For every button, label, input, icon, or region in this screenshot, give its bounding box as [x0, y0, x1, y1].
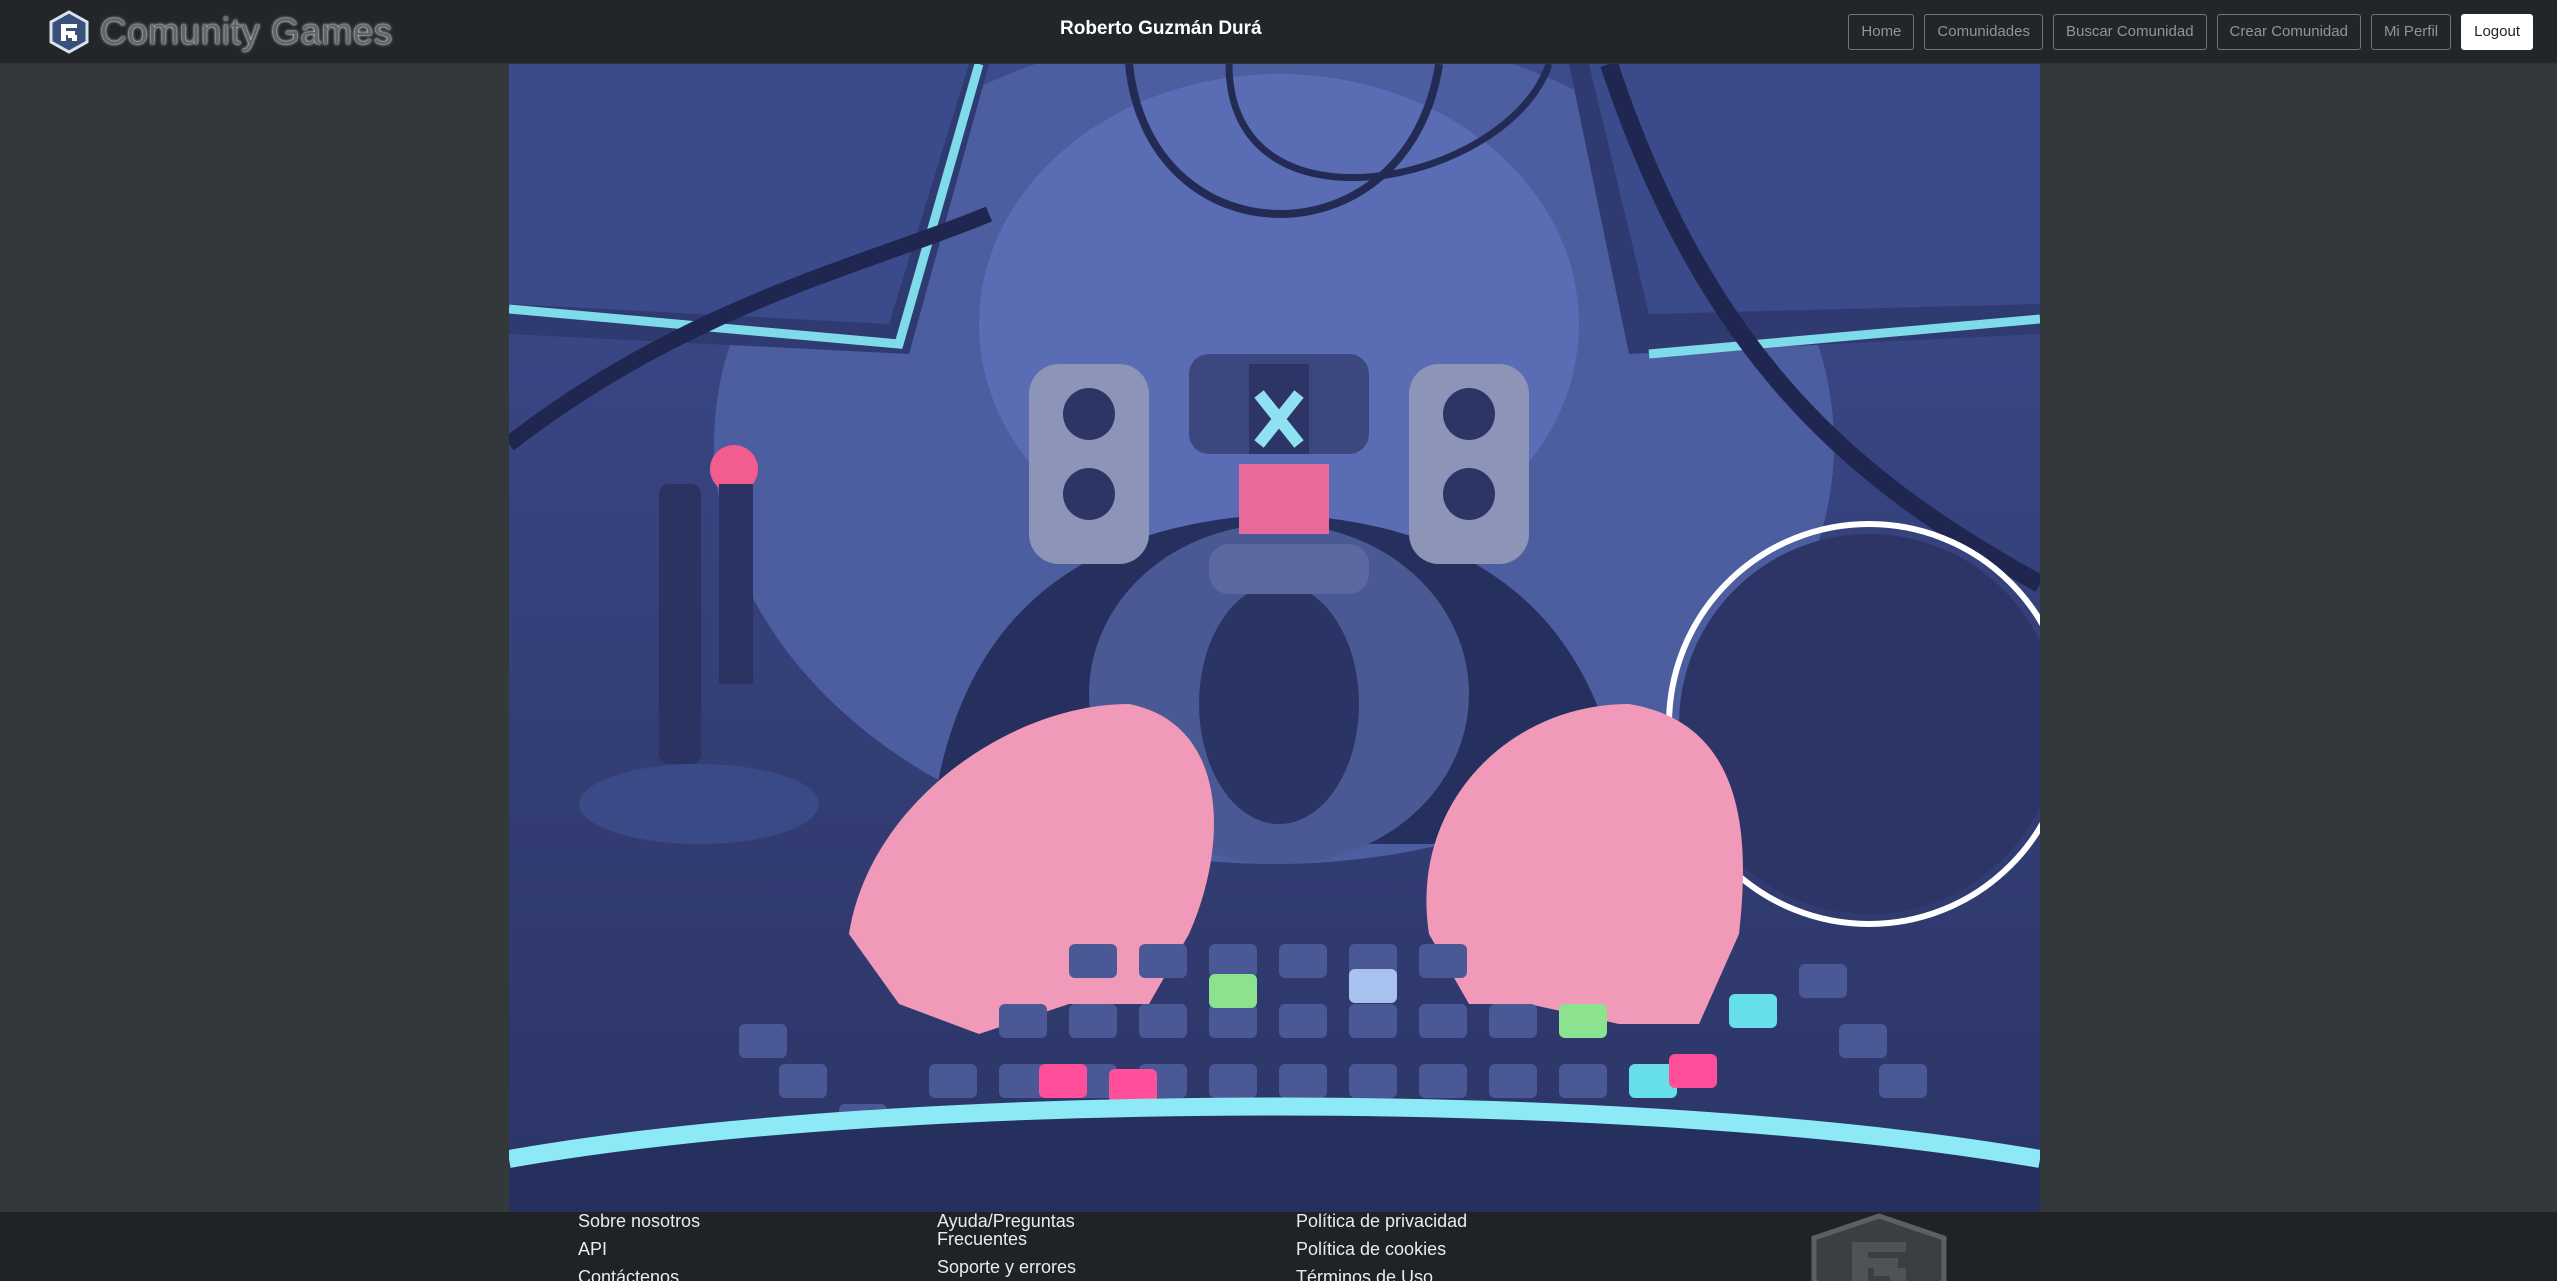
footer-link-cookies[interactable]: Política de cookies	[1296, 1240, 1467, 1258]
footer-link-api[interactable]: API	[578, 1240, 700, 1258]
home-button[interactable]: Home	[1848, 14, 1915, 50]
navbar: Comunity Games Roberto Guzmán Durá Home …	[0, 0, 2557, 64]
footer: Sobre nosotros API Contáctenos Ayuda/Pre…	[0, 1212, 2557, 1281]
mi-perfil-button[interactable]: Mi Perfil	[2370, 14, 2452, 50]
footer-column-legal: Política de privacidad Política de cooki…	[1296, 1212, 1467, 1281]
footer-link-contactenos[interactable]: Contáctenos	[578, 1268, 700, 1281]
vr-gamer-illustration-icon	[509, 64, 2040, 1212]
hero-image	[509, 64, 2040, 1212]
crear-comunidad-button[interactable]: Crear Comunidad	[2216, 14, 2361, 50]
comunidades-button[interactable]: Comunidades	[1924, 14, 2043, 50]
footer-link-terminos[interactable]: Términos de Uso	[1296, 1268, 1467, 1281]
brand-logo-icon	[49, 10, 89, 54]
footer-column-about: Sobre nosotros API Contáctenos	[578, 1212, 700, 1281]
footer-link-ayuda[interactable]: Ayuda/Preguntas Frecuentes	[937, 1212, 1137, 1248]
logout-button[interactable]: Logout	[2461, 14, 2533, 50]
brand-name: Comunity Games	[100, 11, 393, 52]
brand[interactable]: Comunity Games	[48, 9, 393, 55]
footer-link-privacidad[interactable]: Política de privacidad	[1296, 1212, 1467, 1230]
footer-link-sobre-nosotros[interactable]: Sobre nosotros	[578, 1212, 700, 1230]
nav-buttons: Home Comunidades Buscar Comunidad Crear …	[1848, 14, 2533, 50]
footer-column-help: Ayuda/Preguntas Frecuentes Soporte y err…	[937, 1212, 1137, 1281]
footer-logo-icon	[1811, 1213, 1947, 1281]
footer-link-soporte[interactable]: Soporte y errores	[937, 1258, 1137, 1276]
buscar-comunidad-button[interactable]: Buscar Comunidad	[2052, 14, 2207, 50]
user-name: Roberto Guzmán Durá	[1060, 18, 1262, 39]
